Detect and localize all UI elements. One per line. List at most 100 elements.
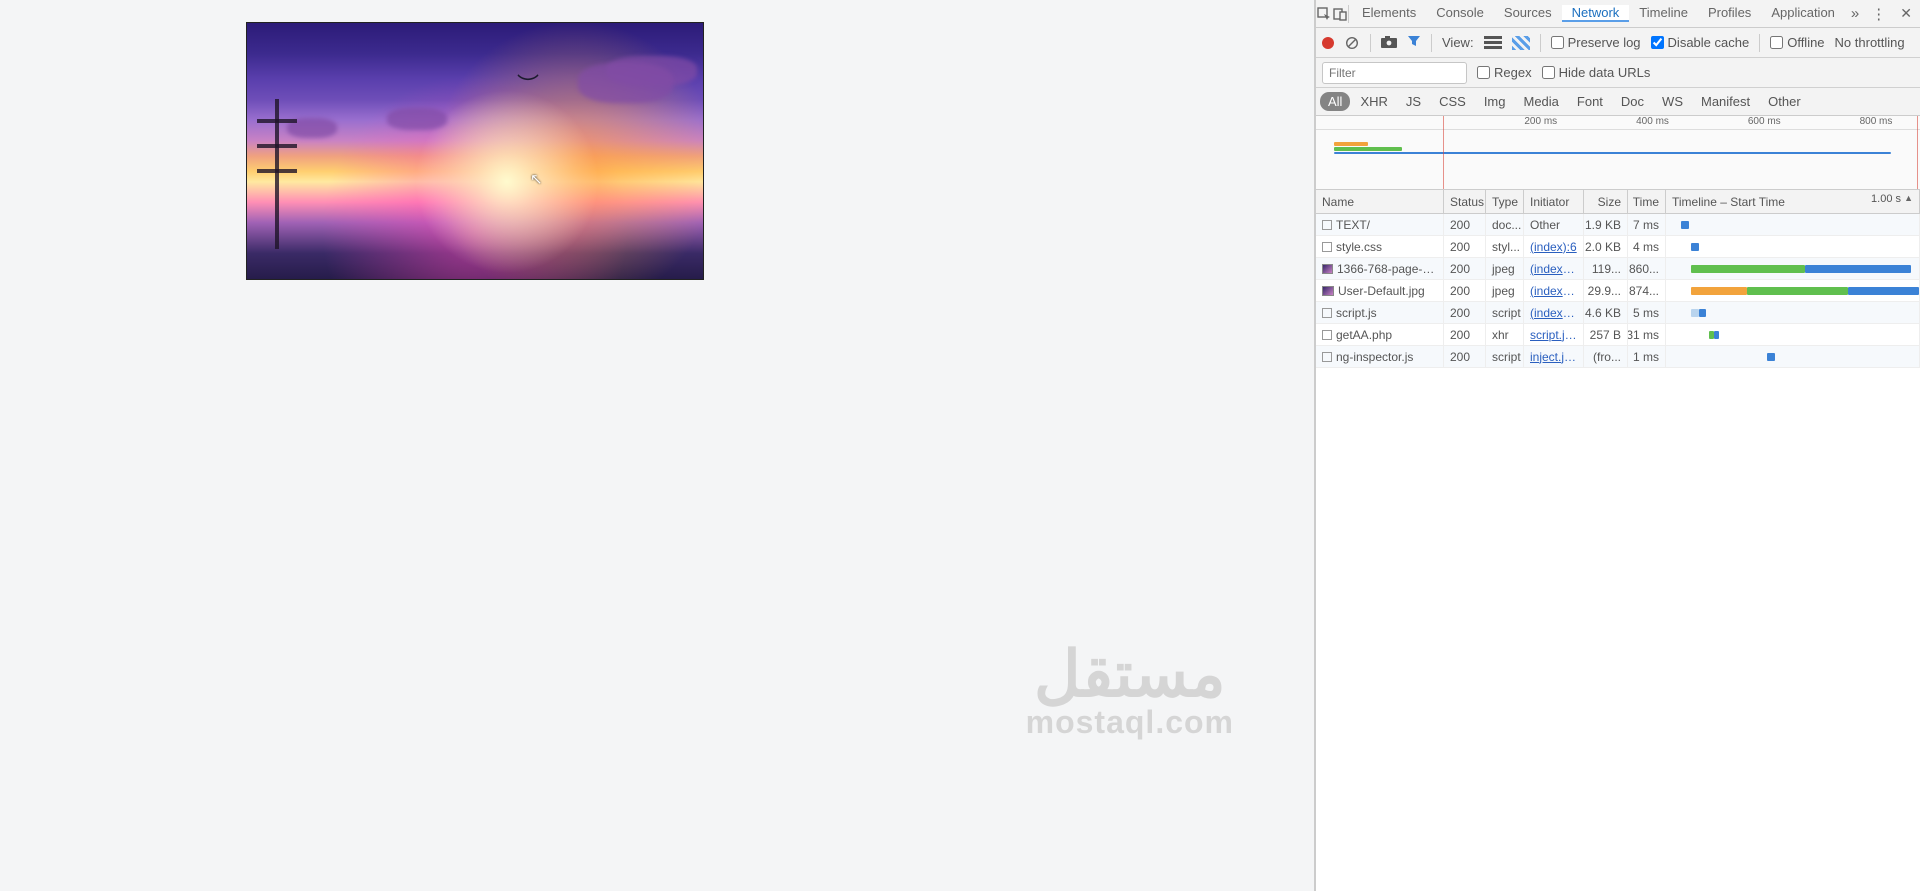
request-time: 5 ms — [1628, 302, 1666, 323]
type-filter-media[interactable]: Media — [1515, 92, 1566, 111]
view-label: View: — [1442, 35, 1474, 50]
type-filter-font[interactable]: Font — [1569, 92, 1611, 111]
preserve-log-checkbox[interactable]: Preserve log — [1551, 35, 1641, 50]
tab-console[interactable]: Console — [1426, 5, 1494, 20]
network-overview[interactable]: 200 ms400 ms600 ms800 ms1000 ms — [1316, 116, 1920, 190]
offline-checkbox[interactable]: Offline — [1770, 35, 1824, 50]
clear-button[interactable] — [1344, 35, 1360, 51]
request-status: 200 — [1444, 236, 1486, 257]
sort-asc-icon: ▲ — [1904, 193, 1913, 203]
col-size[interactable]: Size — [1584, 190, 1628, 213]
network-row[interactable]: style.css200styl...(index):62.0 KB4 ms — [1316, 236, 1920, 258]
disable-cache-checkbox[interactable]: Disable cache — [1651, 35, 1750, 50]
network-filter-row: Regex Hide data URLs — [1316, 58, 1920, 88]
throttling-select[interactable]: No throttling — [1835, 35, 1905, 50]
request-initiator[interactable]: (index):12 — [1530, 262, 1577, 276]
request-type: styl... — [1486, 236, 1524, 257]
network-rows: TEXT/200doc...Other1.9 KB7 msstyle.css20… — [1316, 214, 1920, 368]
request-initiator[interactable]: script.js:32 — [1530, 328, 1577, 342]
request-time: 31 ms — [1628, 324, 1666, 345]
request-status: 200 — [1444, 214, 1486, 235]
col-type[interactable]: Type — [1486, 190, 1524, 213]
col-initiator[interactable]: Initiator — [1524, 190, 1584, 213]
request-name: ng-inspector.js — [1336, 350, 1413, 364]
request-name: User-Default.jpg — [1338, 284, 1425, 298]
request-initiator[interactable]: (index):20 — [1530, 284, 1577, 298]
request-time: 1 ms — [1628, 346, 1666, 367]
hero-image: ︶ — [246, 22, 704, 280]
network-table-header[interactable]: Name Status Type Initiator Size Time Tim… — [1316, 190, 1920, 214]
page-preview: ︶ ↖ مستقل mostaql.com — [0, 0, 1315, 891]
type-filter-img[interactable]: Img — [1476, 92, 1514, 111]
col-time[interactable]: Time — [1628, 190, 1666, 213]
overview-tick: 800 ms — [1860, 116, 1893, 127]
tab-sources[interactable]: Sources — [1494, 5, 1562, 20]
type-filter-manifest[interactable]: Manifest — [1693, 92, 1758, 111]
file-icon — [1322, 220, 1332, 230]
col-name[interactable]: Name — [1316, 190, 1444, 213]
overview-tick: 600 ms — [1748, 116, 1781, 127]
inspect-icon[interactable] — [1316, 7, 1332, 21]
request-time: 4 ms — [1628, 236, 1666, 257]
request-type: doc... — [1486, 214, 1524, 235]
view-waterfall-icon[interactable] — [1512, 36, 1530, 50]
request-waterfall — [1666, 302, 1920, 323]
kebab-icon[interactable]: ⋮ — [1865, 5, 1892, 23]
tab-elements[interactable]: Elements — [1352, 5, 1426, 20]
regex-checkbox[interactable]: Regex — [1477, 65, 1532, 80]
col-status[interactable]: Status — [1444, 190, 1486, 213]
devtools-tabbar: ElementsConsoleSourcesNetworkTimelinePro… — [1316, 0, 1920, 28]
request-status: 200 — [1444, 258, 1486, 279]
request-size: 4.6 KB — [1584, 302, 1628, 323]
tab-network[interactable]: Network — [1562, 5, 1630, 22]
type-filter-all[interactable]: All — [1320, 92, 1350, 111]
type-filter-ws[interactable]: WS — [1654, 92, 1691, 111]
tab-profiles[interactable]: Profiles — [1698, 5, 1761, 20]
device-icon[interactable] — [1332, 7, 1348, 21]
cloud-decoration — [387, 108, 447, 130]
request-initiator[interactable]: (index):6 — [1530, 240, 1577, 254]
request-waterfall — [1666, 280, 1920, 301]
filter-input[interactable] — [1322, 62, 1467, 84]
close-icon[interactable]: ✕ — [1892, 5, 1920, 22]
type-filter-xhr[interactable]: XHR — [1352, 92, 1395, 111]
more-tabs-icon[interactable]: » — [1845, 5, 1865, 22]
request-name: style.css — [1336, 240, 1382, 254]
request-initiator[interactable]: inject.js:7 — [1530, 350, 1577, 364]
col-timeline[interactable]: Timeline – Start Time 1.00 s ▲ — [1666, 190, 1920, 213]
view-list-icon[interactable] — [1484, 36, 1502, 50]
network-row[interactable]: getAA.php200xhrscript.js:32257 B31 ms — [1316, 324, 1920, 346]
type-filter-doc[interactable]: Doc — [1613, 92, 1652, 111]
request-name: 1366-768-page-ani... — [1337, 262, 1437, 276]
request-initiator[interactable]: (index):32 — [1530, 306, 1577, 320]
request-name: TEXT/ — [1336, 218, 1370, 232]
request-time: 7 ms — [1628, 214, 1666, 235]
request-waterfall — [1666, 346, 1920, 367]
request-initiator: Other — [1530, 218, 1560, 232]
network-row[interactable]: 1366-768-page-ani...200jpeg(index):12119… — [1316, 258, 1920, 280]
watermark-latin: mostaql.com — [1026, 704, 1234, 741]
request-time: 874... — [1628, 280, 1666, 301]
network-row[interactable]: User-Default.jpg200jpeg(index):2029.9...… — [1316, 280, 1920, 302]
hide-data-urls-checkbox[interactable]: Hide data URLs — [1542, 65, 1651, 80]
network-row[interactable]: script.js200script(index):324.6 KB5 ms — [1316, 302, 1920, 324]
network-row[interactable]: ng-inspector.js200scriptinject.js:7(fro.… — [1316, 346, 1920, 368]
record-button[interactable] — [1322, 37, 1334, 49]
request-waterfall — [1666, 214, 1920, 235]
type-filter-other[interactable]: Other — [1760, 92, 1809, 111]
screenshots-icon[interactable] — [1381, 35, 1397, 51]
bird-icon: ︶ — [517, 68, 539, 100]
tab-separator — [1348, 5, 1349, 23]
filter-icon[interactable] — [1407, 34, 1421, 51]
request-size: 1.9 KB — [1584, 214, 1628, 235]
request-waterfall — [1666, 236, 1920, 257]
request-name: getAA.php — [1336, 328, 1392, 342]
tab-application[interactable]: Application — [1761, 5, 1845, 20]
type-filter-css[interactable]: CSS — [1431, 92, 1474, 111]
network-row[interactable]: TEXT/200doc... Other 1.9 KB7 ms — [1316, 214, 1920, 236]
type-filter-js[interactable]: JS — [1398, 92, 1429, 111]
watermark: مستقل mostaql.com — [1026, 646, 1234, 741]
file-icon — [1322, 308, 1332, 318]
devtools-panel: ElementsConsoleSourcesNetworkTimelinePro… — [1315, 0, 1920, 891]
tab-timeline[interactable]: Timeline — [1629, 5, 1698, 20]
